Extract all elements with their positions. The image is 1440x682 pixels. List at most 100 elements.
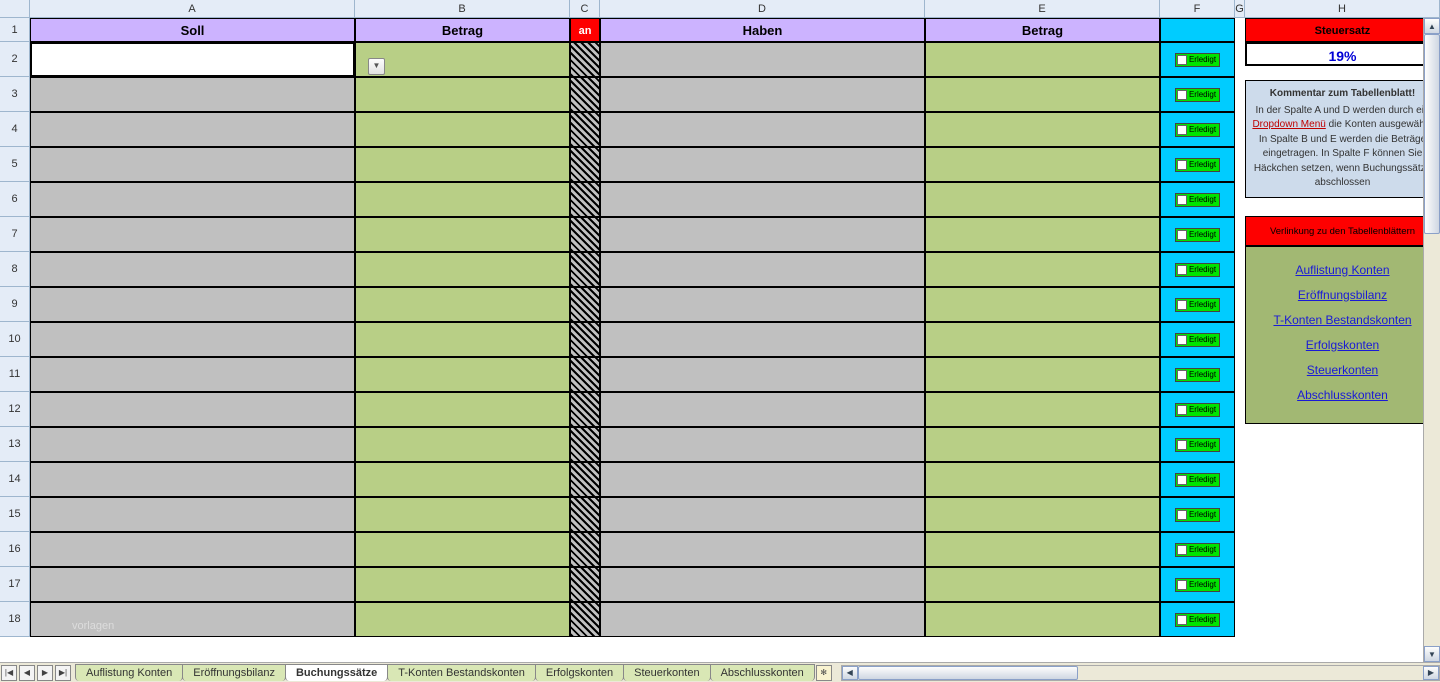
erledigt-checkbox[interactable]: Erledigt bbox=[1175, 193, 1220, 207]
cell-betrag-soll[interactable] bbox=[355, 322, 570, 357]
cell-haben[interactable] bbox=[600, 42, 925, 77]
scroll-thumb-h[interactable] bbox=[858, 666, 1078, 680]
cell-betrag-soll[interactable] bbox=[355, 462, 570, 497]
erledigt-checkbox[interactable]: Erledigt bbox=[1175, 403, 1220, 417]
row-head[interactable]: 17 bbox=[0, 567, 30, 602]
checkbox-icon[interactable] bbox=[1177, 370, 1187, 380]
cell-soll[interactable] bbox=[30, 147, 355, 182]
link-er-ffnungsbilanz[interactable]: Eröffnungsbilanz bbox=[1246, 288, 1439, 302]
cell-betrag-haben[interactable] bbox=[925, 497, 1160, 532]
row-head[interactable]: 16 bbox=[0, 532, 30, 567]
row-head[interactable]: 12 bbox=[0, 392, 30, 427]
cell-betrag-haben[interactable] bbox=[925, 357, 1160, 392]
scroll-down-icon[interactable]: ▼ bbox=[1424, 646, 1440, 662]
cell-soll[interactable] bbox=[30, 322, 355, 357]
scroll-up-icon[interactable]: ▲ bbox=[1424, 18, 1440, 34]
col-head-B[interactable]: B bbox=[355, 0, 570, 18]
sheet-tab[interactable]: Auflistung Konten bbox=[75, 664, 183, 681]
erledigt-checkbox[interactable]: Erledigt bbox=[1175, 298, 1220, 312]
erledigt-checkbox[interactable]: Erledigt bbox=[1175, 333, 1220, 347]
cell-soll[interactable] bbox=[30, 77, 355, 112]
cell-betrag-haben[interactable] bbox=[925, 602, 1160, 637]
checkbox-icon[interactable] bbox=[1177, 300, 1187, 310]
erledigt-checkbox[interactable]: Erledigt bbox=[1175, 158, 1220, 172]
cell-betrag-soll[interactable] bbox=[355, 602, 570, 637]
cell-betrag-haben[interactable] bbox=[925, 217, 1160, 252]
erledigt-checkbox[interactable]: Erledigt bbox=[1175, 88, 1220, 102]
checkbox-icon[interactable] bbox=[1177, 405, 1187, 415]
row-head[interactable]: 13 bbox=[0, 427, 30, 462]
checkbox-icon[interactable] bbox=[1177, 335, 1187, 345]
col-head-D[interactable]: D bbox=[600, 0, 925, 18]
tab-last-icon[interactable]: ▶| bbox=[55, 665, 71, 681]
cell-haben[interactable] bbox=[600, 217, 925, 252]
cell-betrag-soll[interactable] bbox=[355, 532, 570, 567]
horizontal-scrollbar[interactable]: ◀ ▶ bbox=[841, 665, 1440, 681]
checkbox-icon[interactable] bbox=[1177, 510, 1187, 520]
checkbox-icon[interactable] bbox=[1177, 440, 1187, 450]
row-head[interactable]: 11 bbox=[0, 357, 30, 392]
col-head-G[interactable]: G bbox=[1235, 0, 1245, 18]
checkbox-icon[interactable] bbox=[1177, 90, 1187, 100]
cell-haben[interactable] bbox=[600, 147, 925, 182]
link-auflistung-konten[interactable]: Auflistung Konten bbox=[1246, 263, 1439, 277]
cell-betrag-haben[interactable] bbox=[925, 182, 1160, 217]
row-head[interactable]: 8 bbox=[0, 252, 30, 287]
cell-betrag-haben[interactable] bbox=[925, 462, 1160, 497]
cell-haben[interactable] bbox=[600, 252, 925, 287]
row-head[interactable]: 5 bbox=[0, 147, 30, 182]
checkbox-icon[interactable] bbox=[1177, 55, 1187, 65]
scroll-thumb-v[interactable] bbox=[1424, 34, 1440, 234]
erledigt-checkbox[interactable]: Erledigt bbox=[1175, 263, 1220, 277]
cell-betrag-soll[interactable] bbox=[355, 287, 570, 322]
erledigt-checkbox[interactable]: Erledigt bbox=[1175, 508, 1220, 522]
row-head[interactable]: 4 bbox=[0, 112, 30, 147]
cell-betrag-soll[interactable] bbox=[355, 217, 570, 252]
cell-soll[interactable] bbox=[30, 182, 355, 217]
cell-betrag-haben[interactable] bbox=[925, 427, 1160, 462]
checkbox-icon[interactable] bbox=[1177, 475, 1187, 485]
row-head[interactable]: 15 bbox=[0, 497, 30, 532]
cell-haben[interactable] bbox=[600, 602, 925, 637]
row-head[interactable]: 6 bbox=[0, 182, 30, 217]
row-head[interactable]: 2 bbox=[0, 42, 30, 77]
select-all-corner[interactable] bbox=[0, 0, 30, 18]
cell-betrag-haben[interactable] bbox=[925, 322, 1160, 357]
cell-soll[interactable] bbox=[30, 392, 355, 427]
cell-haben[interactable] bbox=[600, 287, 925, 322]
cell-betrag-soll[interactable] bbox=[355, 357, 570, 392]
cell-haben[interactable] bbox=[600, 322, 925, 357]
sheet-tab[interactable]: Erfolgskonten bbox=[535, 664, 624, 681]
cell-betrag-soll[interactable] bbox=[355, 392, 570, 427]
cell-betrag-haben[interactable] bbox=[925, 532, 1160, 567]
tab-new-icon[interactable]: ✻ bbox=[816, 665, 832, 681]
link-abschlusskonten[interactable]: Abschlusskonten bbox=[1246, 388, 1439, 402]
erledigt-checkbox[interactable]: Erledigt bbox=[1175, 543, 1220, 557]
erledigt-checkbox[interactable]: Erledigt bbox=[1175, 53, 1220, 67]
cell-soll[interactable] bbox=[30, 252, 355, 287]
checkbox-icon[interactable] bbox=[1177, 545, 1187, 555]
row-head[interactable]: 3 bbox=[0, 77, 30, 112]
cell-soll[interactable] bbox=[30, 112, 355, 147]
cell-soll[interactable] bbox=[30, 567, 355, 602]
vertical-scrollbar[interactable]: ▲ ▼ bbox=[1423, 18, 1440, 662]
checkbox-icon[interactable] bbox=[1177, 160, 1187, 170]
col-head-F[interactable]: F bbox=[1160, 0, 1235, 18]
cell-soll[interactable] bbox=[30, 602, 355, 637]
cell-betrag-soll[interactable] bbox=[355, 112, 570, 147]
cell-betrag-haben[interactable] bbox=[925, 567, 1160, 602]
cell-betrag-soll[interactable] bbox=[355, 182, 570, 217]
checkbox-icon[interactable] bbox=[1177, 125, 1187, 135]
cell-betrag-haben[interactable] bbox=[925, 392, 1160, 427]
checkbox-icon[interactable] bbox=[1177, 195, 1187, 205]
cell-soll[interactable] bbox=[30, 462, 355, 497]
cell-haben[interactable] bbox=[600, 392, 925, 427]
cell-betrag-soll[interactable] bbox=[355, 497, 570, 532]
cell-haben[interactable] bbox=[600, 357, 925, 392]
cell-haben[interactable] bbox=[600, 497, 925, 532]
cell-haben[interactable] bbox=[600, 182, 925, 217]
cell-betrag-soll[interactable] bbox=[355, 427, 570, 462]
cell-haben[interactable] bbox=[600, 427, 925, 462]
cell-betrag-soll[interactable] bbox=[355, 42, 570, 77]
scroll-left-icon[interactable]: ◀ bbox=[842, 666, 858, 680]
